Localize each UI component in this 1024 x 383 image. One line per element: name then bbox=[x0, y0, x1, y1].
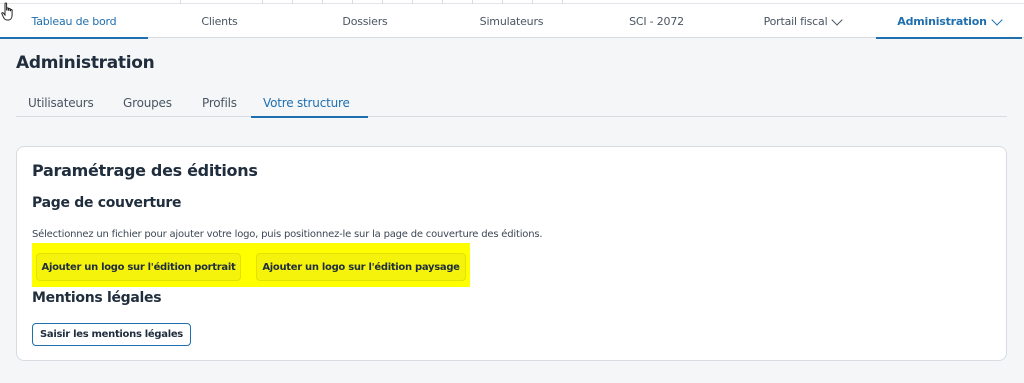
subtab-label: Utilisateurs bbox=[28, 95, 94, 110]
subtab-groupes[interactable]: Groupes bbox=[111, 88, 184, 117]
nav-tab-simulateurs[interactable]: Simulateurs bbox=[439, 4, 584, 38]
cover-page-heading: Page de couverture bbox=[32, 195, 182, 211]
subtab-profils[interactable]: Profils bbox=[190, 88, 249, 117]
nav-tab-clients[interactable]: Clients bbox=[148, 4, 291, 38]
subtab-label: Votre structure bbox=[263, 95, 350, 110]
editions-settings-card: Paramétrage des éditions Page de couvert… bbox=[16, 146, 1007, 361]
nav-tab-label: Clients bbox=[201, 14, 238, 28]
chevron-down-icon bbox=[831, 13, 844, 26]
nav-tab-label: Dossiers bbox=[342, 14, 388, 28]
subtab-label: Profils bbox=[202, 95, 237, 110]
subtab-utilisateurs[interactable]: Utilisateurs bbox=[16, 88, 106, 117]
nav-tab-label: Portail fiscal bbox=[763, 14, 828, 28]
nav-tab-administration[interactable]: Administration bbox=[876, 4, 1022, 39]
enter-legal-mentions-button[interactable]: Saisir les mentions légales bbox=[32, 323, 191, 346]
nav-tab-label: Administration bbox=[897, 14, 987, 28]
nav-tab-tableau-de-bord[interactable]: Tableau de bord bbox=[0, 4, 148, 39]
nav-tab-dossiers[interactable]: Dossiers bbox=[291, 4, 439, 38]
nav-tab-label: Simulateurs bbox=[479, 14, 544, 28]
nav-tab-label: SCI - 2072 bbox=[629, 14, 684, 28]
hand-pointer-icon bbox=[1, 2, 13, 21]
card-title: Paramétrage des éditions bbox=[32, 161, 258, 180]
add-logo-landscape-button[interactable]: Ajouter un logo sur l'édition paysage bbox=[256, 253, 466, 281]
page-title: Administration bbox=[16, 53, 155, 73]
sub-tabs: Utilisateurs Groupes Profils Votre struc… bbox=[16, 88, 1007, 118]
top-navigation: Tableau de bord Clients Dossiers Simulat… bbox=[0, 0, 1024, 39]
nav-tab-portail-fiscal[interactable]: Portail fiscal bbox=[729, 4, 876, 38]
subtab-votre-structure[interactable]: Votre structure bbox=[251, 88, 368, 118]
subtab-label: Groupes bbox=[123, 95, 172, 110]
cover-page-description: Sélectionnez un fichier pour ajouter vot… bbox=[32, 229, 543, 240]
chevron-down-icon bbox=[991, 13, 1003, 26]
add-logo-portrait-button[interactable]: Ajouter un logo sur l'édition portrait bbox=[36, 253, 241, 281]
legal-mentions-heading: Mentions légales bbox=[32, 290, 162, 306]
nav-tab-sci-2072[interactable]: SCI - 2072 bbox=[584, 4, 729, 38]
nav-tab-label: Tableau de bord bbox=[31, 14, 117, 28]
